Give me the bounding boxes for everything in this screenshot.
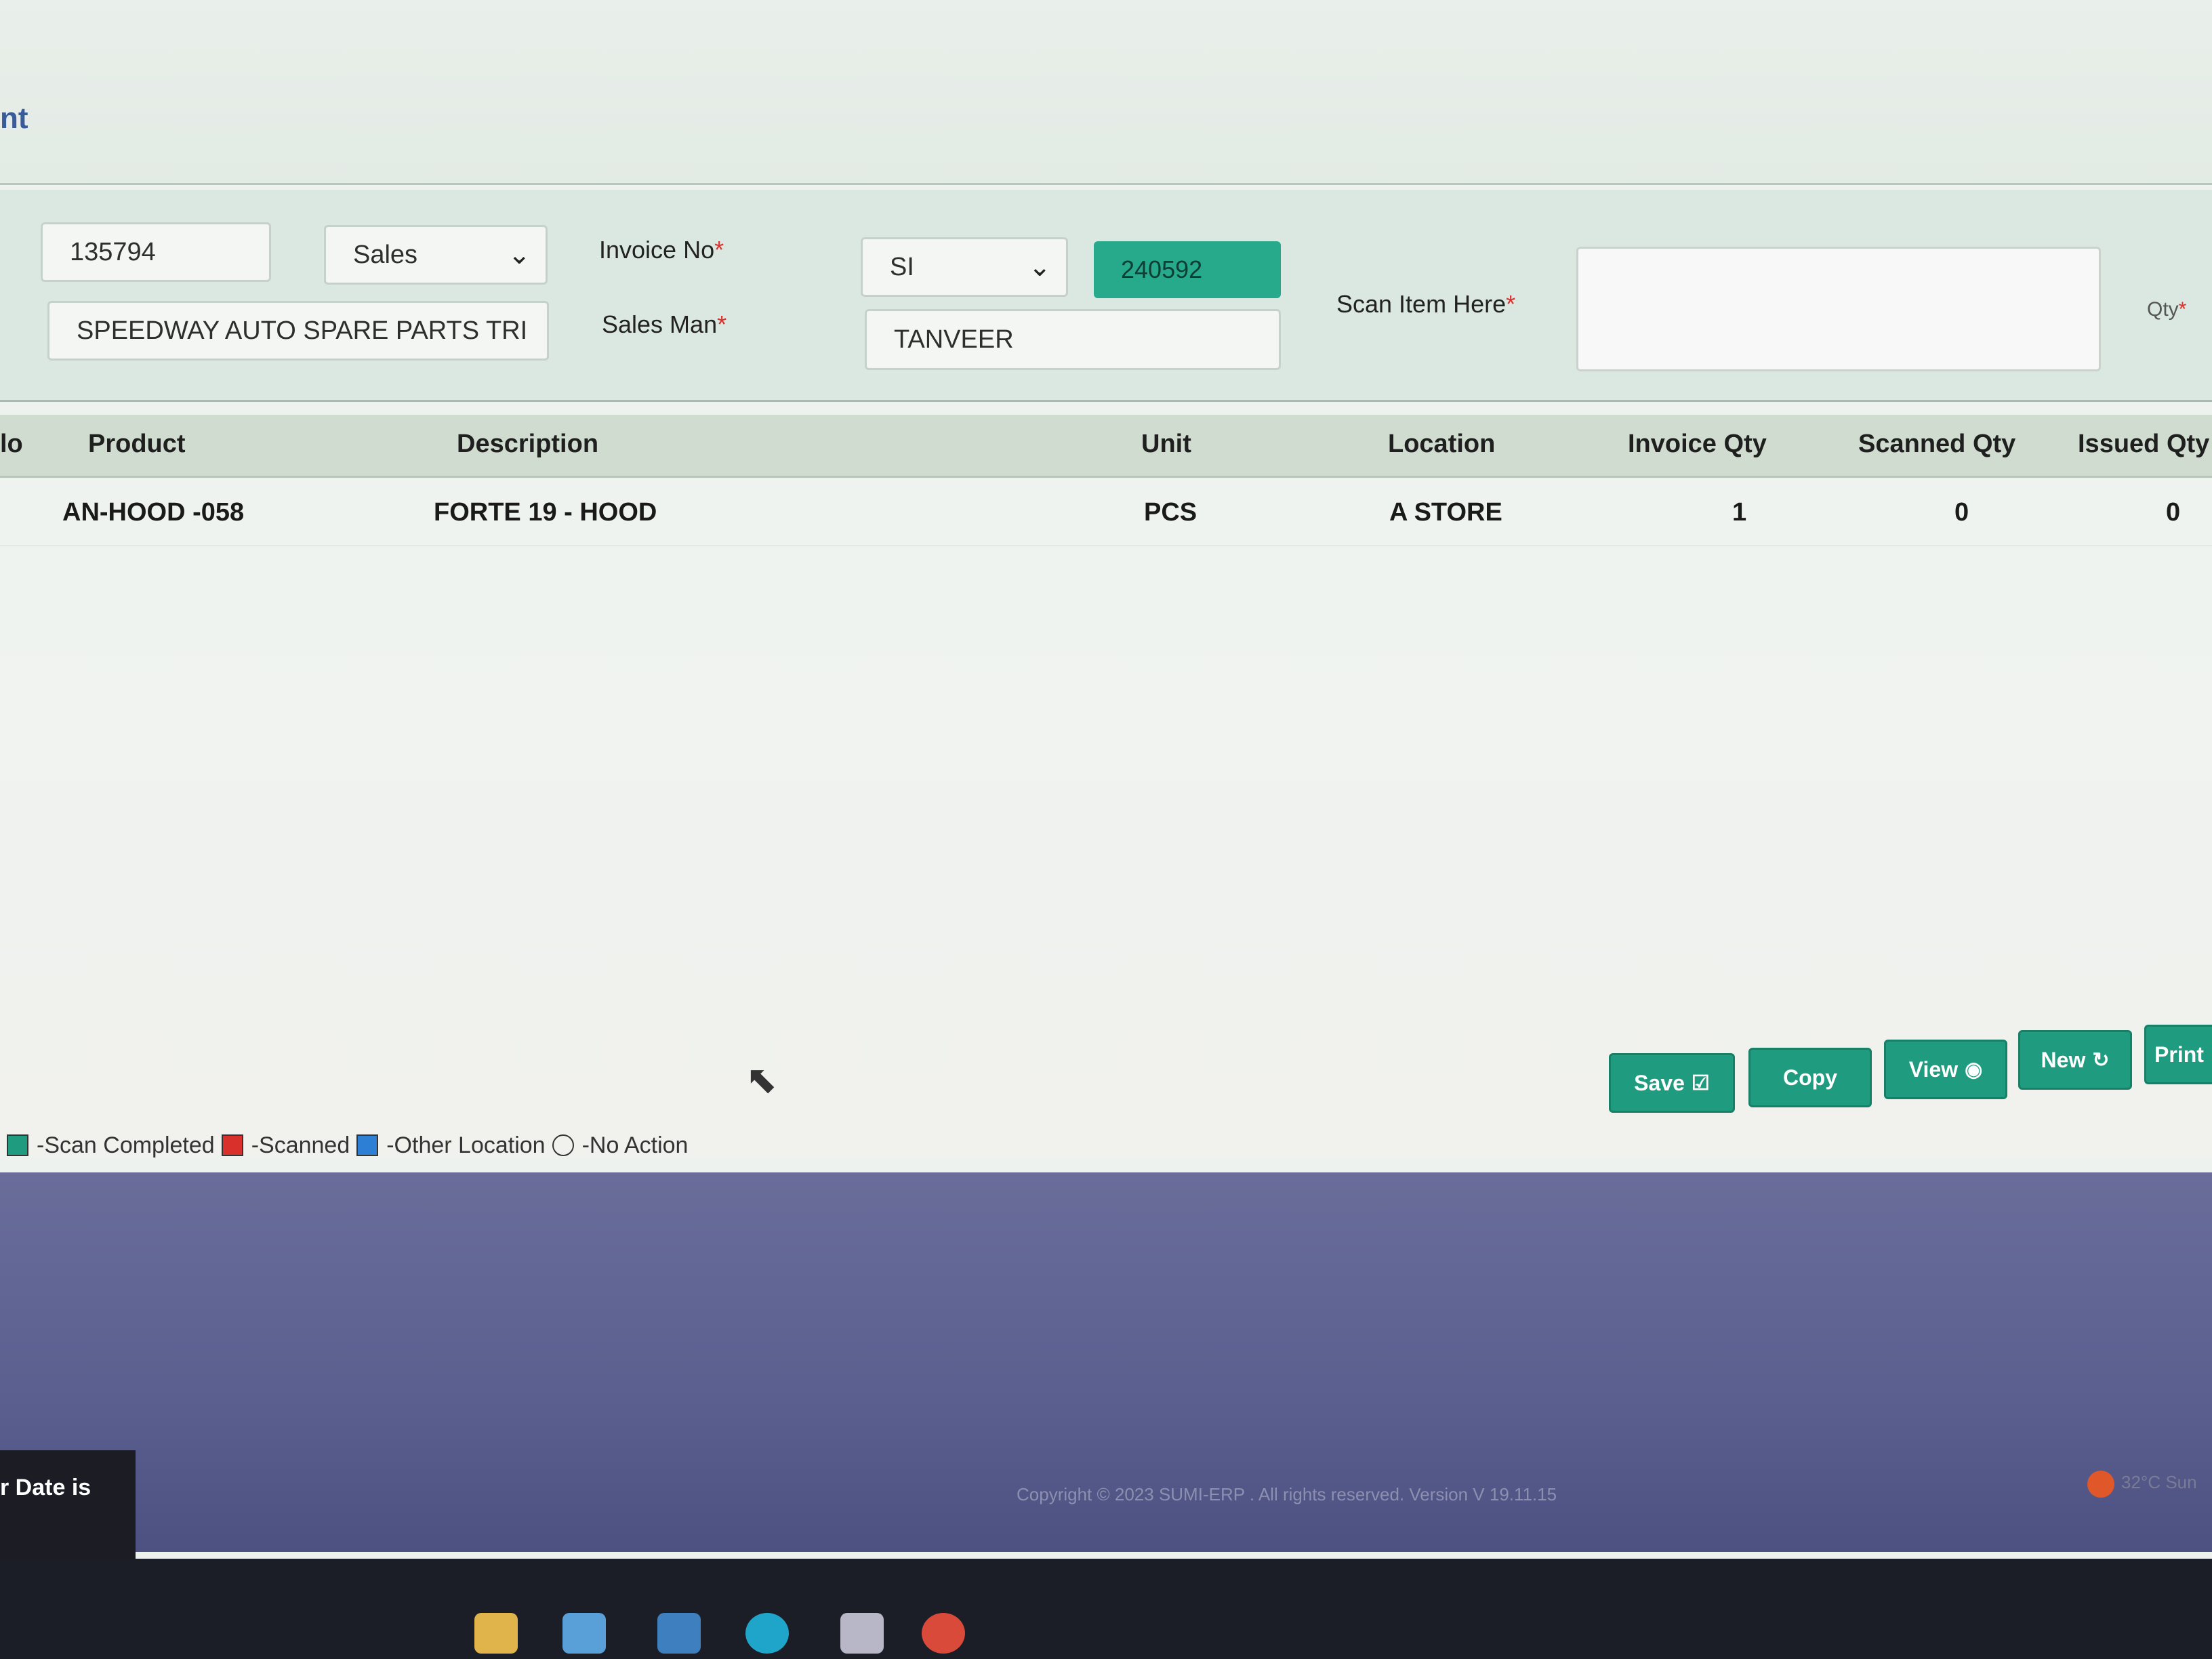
column-header-unit: Unit — [1141, 430, 1191, 458]
qty-label: Qty* — [2147, 298, 2187, 321]
cell-issued-qty: 0 — [2166, 498, 2181, 527]
copy-button[interactable]: Copy — [1748, 1048, 1872, 1107]
column-header-invoice-qty: Invoice Qty — [1628, 430, 1767, 458]
column-header-scanned-qty: Scanned Qty — [1858, 430, 2016, 458]
no-action-swatch — [552, 1134, 574, 1156]
status-legend: -Scan Completed -Scanned -Other Location… — [0, 1125, 688, 1166]
customer-field[interactable]: SPEEDWAY AUTO SPARE PARTS TRI — [47, 301, 549, 361]
weather-text: 32°C Sun — [2121, 1472, 2197, 1492]
cell-location: A STORE — [1389, 498, 1502, 527]
legend-other-location: -Other Location — [386, 1132, 546, 1158]
save-button[interactable]: Save ☑ — [1609, 1053, 1735, 1113]
mail-icon[interactable] — [657, 1613, 701, 1654]
invoice-prefix-select[interactable]: SI ⌄ — [861, 237, 1068, 297]
file-explorer-icon[interactable] — [474, 1613, 518, 1654]
other-location-swatch — [356, 1134, 379, 1156]
windows-taskbar — [0, 1559, 2212, 1659]
refresh-icon: ↻ — [2092, 1048, 2110, 1071]
table-header: lo Product Description Unit Location Inv… — [0, 415, 2212, 478]
eye-icon: ◉ — [1965, 1058, 1983, 1081]
column-header-location: Location — [1388, 430, 1496, 458]
legend-scan-completed: -Scan Completed — [37, 1132, 215, 1158]
copyright-text: Copyright © 2023 SUMI-ERP . All rights r… — [1017, 1484, 1557, 1504]
doc-type-value: Sales — [353, 240, 418, 269]
invoice-no-label: Invoice No* — [599, 236, 724, 264]
new-button[interactable]: New ↻ — [2018, 1030, 2132, 1090]
legend-scanned: -Scanned — [251, 1132, 350, 1158]
cell-scanned-qty: 0 — [1954, 498, 1969, 527]
column-header-description: Description — [457, 430, 599, 458]
mouse-cursor-icon: ⬉ — [745, 1058, 777, 1101]
edge-browser-icon[interactable] — [745, 1613, 789, 1654]
top-header: nt — [0, 0, 2212, 185]
table-row[interactable]: AN-HOOD -058 FORTE 19 - HOOD PCS A STORE… — [0, 478, 2212, 547]
column-header-product: Product — [88, 430, 186, 458]
salesman-label: Sales Man* — [602, 310, 727, 338]
doc-id-field[interactable]: 135794 — [41, 222, 271, 282]
app-icon[interactable] — [840, 1613, 884, 1654]
column-header-no: lo — [0, 430, 23, 458]
cell-description: FORTE 19 - HOOD — [434, 498, 657, 527]
table-body-empty — [0, 546, 2212, 1156]
scanned-swatch — [221, 1134, 243, 1156]
edit-check-icon: ☑ — [1691, 1071, 1710, 1094]
legend-no-action: -No Action — [581, 1132, 689, 1158]
notification-toast: r Date is — [0, 1450, 136, 1559]
chrome-browser-icon[interactable] — [922, 1613, 965, 1654]
invoice-number-field[interactable]: 240592 — [1094, 241, 1281, 298]
scan-completed-swatch — [7, 1134, 28, 1156]
scan-item-label: Scan Item Here* — [1336, 290, 1516, 318]
cell-unit: PCS — [1144, 498, 1197, 527]
cell-invoice-qty: 1 — [1732, 498, 1747, 527]
salesman-field[interactable]: TANVEER — [865, 309, 1281, 370]
print-button[interactable]: Print — [2144, 1025, 2212, 1084]
column-header-issued-qty: Issued Qty — [2078, 430, 2210, 458]
page-title: nt — [0, 102, 28, 135]
doc-type-select[interactable]: Sales ⌄ — [324, 225, 548, 285]
chevron-down-icon: ⌄ — [1028, 252, 1051, 282]
view-button[interactable]: View ◉ — [1884, 1040, 2007, 1099]
invoice-prefix-value: SI — [890, 252, 914, 281]
chevron-down-icon: ⌄ — [508, 240, 531, 270]
cell-product: AN-HOOD -058 — [62, 498, 245, 527]
scan-item-input[interactable] — [1576, 247, 2101, 371]
weather-icon[interactable] — [2087, 1471, 2114, 1498]
store-icon[interactable] — [562, 1613, 606, 1654]
